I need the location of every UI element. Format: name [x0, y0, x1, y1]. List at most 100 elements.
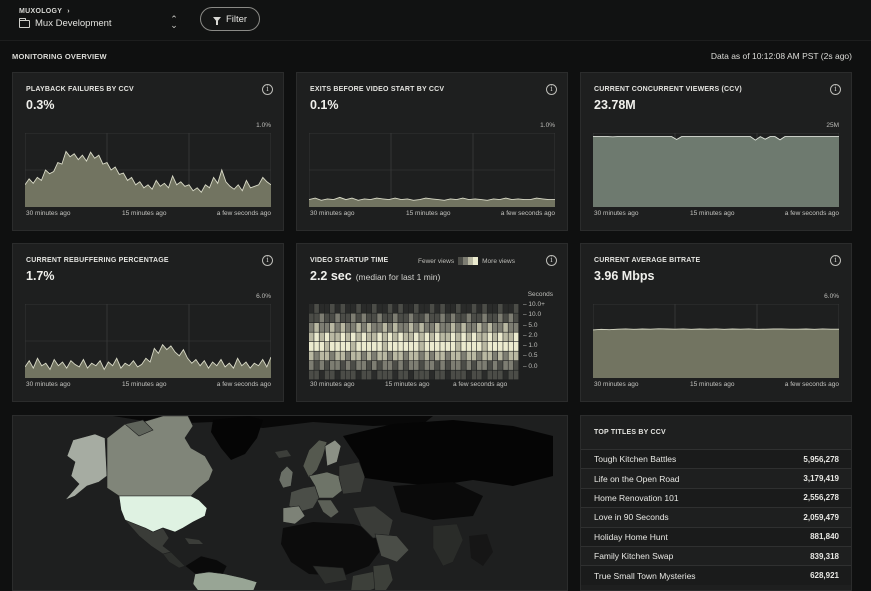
heatmap-cell — [440, 370, 445, 380]
map-region-southeast-asia[interactable] — [469, 534, 493, 566]
heatmap-cell — [445, 370, 451, 380]
series-area — [593, 328, 839, 378]
card-rebuffering[interactable]: CURRENT REBUFFERING PERCENTAGE 1.7% i 6.… — [12, 243, 284, 402]
heatmap-cell — [492, 351, 498, 361]
heatmap-cell — [403, 351, 409, 361]
heatmap-cell — [356, 332, 361, 342]
chart-max-label: 1.0% — [540, 122, 555, 129]
breadcrumb[interactable]: MUXOLOGY › — [19, 8, 70, 15]
table-row[interactable]: Tough Kitchen Battles 5,956,278 — [581, 449, 851, 469]
heatmap-cell — [356, 370, 361, 380]
map-region-greenland[interactable] — [211, 416, 263, 460]
info-icon[interactable]: i — [830, 84, 841, 95]
title-ccv: 5,956,278 — [803, 454, 839, 464]
map-region-arabia[interactable] — [374, 533, 410, 563]
heatmap-cell — [429, 332, 435, 342]
map-region-finland[interactable] — [324, 439, 342, 467]
world-map[interactable] — [13, 416, 568, 591]
heatmap-cell — [393, 323, 398, 332]
info-icon[interactable]: i — [546, 84, 557, 95]
heatmap-cell — [377, 342, 382, 351]
map-region-iceland[interactable] — [275, 450, 291, 458]
map-region-east-africa[interactable] — [372, 563, 394, 591]
heatmap-cell — [461, 323, 466, 332]
heatmap-cell — [393, 342, 398, 351]
card-title: EXITS BEFORE VIDEO START BY CCV — [310, 86, 445, 93]
heatmap-cell — [466, 332, 472, 342]
heatmap-cell — [324, 304, 330, 313]
map-region-italy-balkans[interactable] — [316, 499, 340, 519]
startup-value: 2.2 sec — [310, 269, 352, 283]
table-row[interactable]: Holiday Home Hunt 881,840 — [581, 526, 851, 546]
playback-failures-chart — [25, 133, 271, 207]
map-region-uk[interactable] — [278, 465, 294, 489]
heatmap-cell — [366, 361, 372, 370]
heatmap-cell — [450, 304, 456, 313]
heatmap-cell — [382, 323, 388, 332]
table-row[interactable]: Love in 90 Seconds 2,059,479 — [581, 507, 851, 526]
map-region-central-asia[interactable] — [393, 482, 483, 520]
heatmap-cell — [319, 313, 325, 323]
table-row[interactable]: Home Renovation 101 2,556,278 — [581, 487, 851, 508]
filter-button[interactable]: Filter — [200, 7, 260, 31]
map-region-west-africa[interactable] — [312, 565, 348, 585]
y-tick: ‒ 10.0 — [523, 311, 542, 319]
info-icon[interactable]: i — [262, 255, 273, 266]
info-icon[interactable]: i — [262, 84, 273, 95]
chevron-updown-icon[interactable]: ⌃ ⌄ — [169, 15, 179, 30]
heatmap-cell — [461, 304, 466, 313]
map-region-scandinavia[interactable] — [302, 439, 328, 479]
map-region-central-america[interactable] — [162, 551, 186, 569]
card-exits-before-start[interactable]: EXITS BEFORE VIDEO START BY CCV 0.1% i 1… — [296, 72, 568, 231]
series-area — [593, 136, 839, 207]
heatmap-cell — [456, 304, 461, 313]
world-map-card[interactable] — [12, 415, 568, 591]
heatmap-cell — [309, 351, 314, 361]
time-label-start: 30 minutes ago — [26, 210, 71, 217]
heatmap-cell — [487, 351, 493, 361]
chart-max-label: 25M — [826, 122, 839, 129]
table-row[interactable]: Life on the Open Road 3,179,419 — [581, 468, 851, 487]
heatmap-cell — [513, 313, 519, 323]
map-region-south-america-north[interactable] — [184, 555, 228, 575]
heatmap-cell — [440, 361, 445, 370]
title-name: True Small Town Mysteries — [594, 570, 696, 581]
environment-name: Mux Development — [35, 18, 112, 29]
card-startup-time[interactable]: VIDEO STARTUP TIME Fewer views More view… — [296, 243, 568, 402]
map-region-caribbean[interactable] — [185, 538, 203, 544]
heatmap-cell — [408, 313, 414, 323]
info-icon[interactable]: i — [546, 255, 557, 266]
time-label-start: 30 minutes ago — [310, 381, 355, 388]
map-region-alaska[interactable] — [64, 433, 108, 501]
heatmap-cell — [440, 323, 445, 332]
heatmap-cell — [445, 342, 451, 351]
card-value: 0.1% — [310, 98, 339, 112]
table-row[interactable]: Family Kitchen Swap 839,318 — [581, 545, 851, 565]
card-bitrate[interactable]: CURRENT AVERAGE BITRATE 3.96 Mbps i 6.0%… — [580, 243, 852, 402]
heatmap-cell — [482, 370, 487, 380]
info-icon[interactable]: i — [830, 255, 841, 266]
filter-icon — [212, 16, 221, 25]
series-area — [25, 344, 271, 378]
card-playback-failures[interactable]: PLAYBACK FAILURES BY CCV 0.3% i 1.0% 30 … — [12, 72, 284, 231]
map-region-eastern-europe[interactable] — [338, 461, 366, 495]
time-label-end: a few seconds ago — [453, 381, 508, 388]
heatmap-cell — [424, 313, 430, 323]
map-region-brazil[interactable] — [192, 571, 258, 591]
heatmap-cell — [403, 342, 409, 351]
folder-icon — [19, 17, 30, 28]
map-region-canada[interactable] — [106, 416, 214, 497]
heatmap-cell — [456, 323, 461, 332]
heatmap-cell — [403, 323, 409, 332]
card-concurrent-viewers[interactable]: CURRENT CONCURRENT VIEWERS (CCV) 23.78M … — [580, 72, 852, 231]
heatmap-cell — [387, 342, 393, 351]
heatmap-cell — [429, 313, 435, 323]
environment-selector[interactable]: Mux Development — [19, 17, 112, 29]
map-region-india[interactable] — [432, 523, 464, 567]
heatmap-cell — [403, 304, 409, 313]
heatmap-cell — [498, 332, 503, 342]
table-row[interactable]: True Small Town Mysteries 628,921 — [581, 565, 851, 585]
map-region-russia[interactable] — [343, 420, 553, 486]
heatmap-cell — [424, 361, 430, 370]
heatmap-cell — [487, 370, 493, 380]
